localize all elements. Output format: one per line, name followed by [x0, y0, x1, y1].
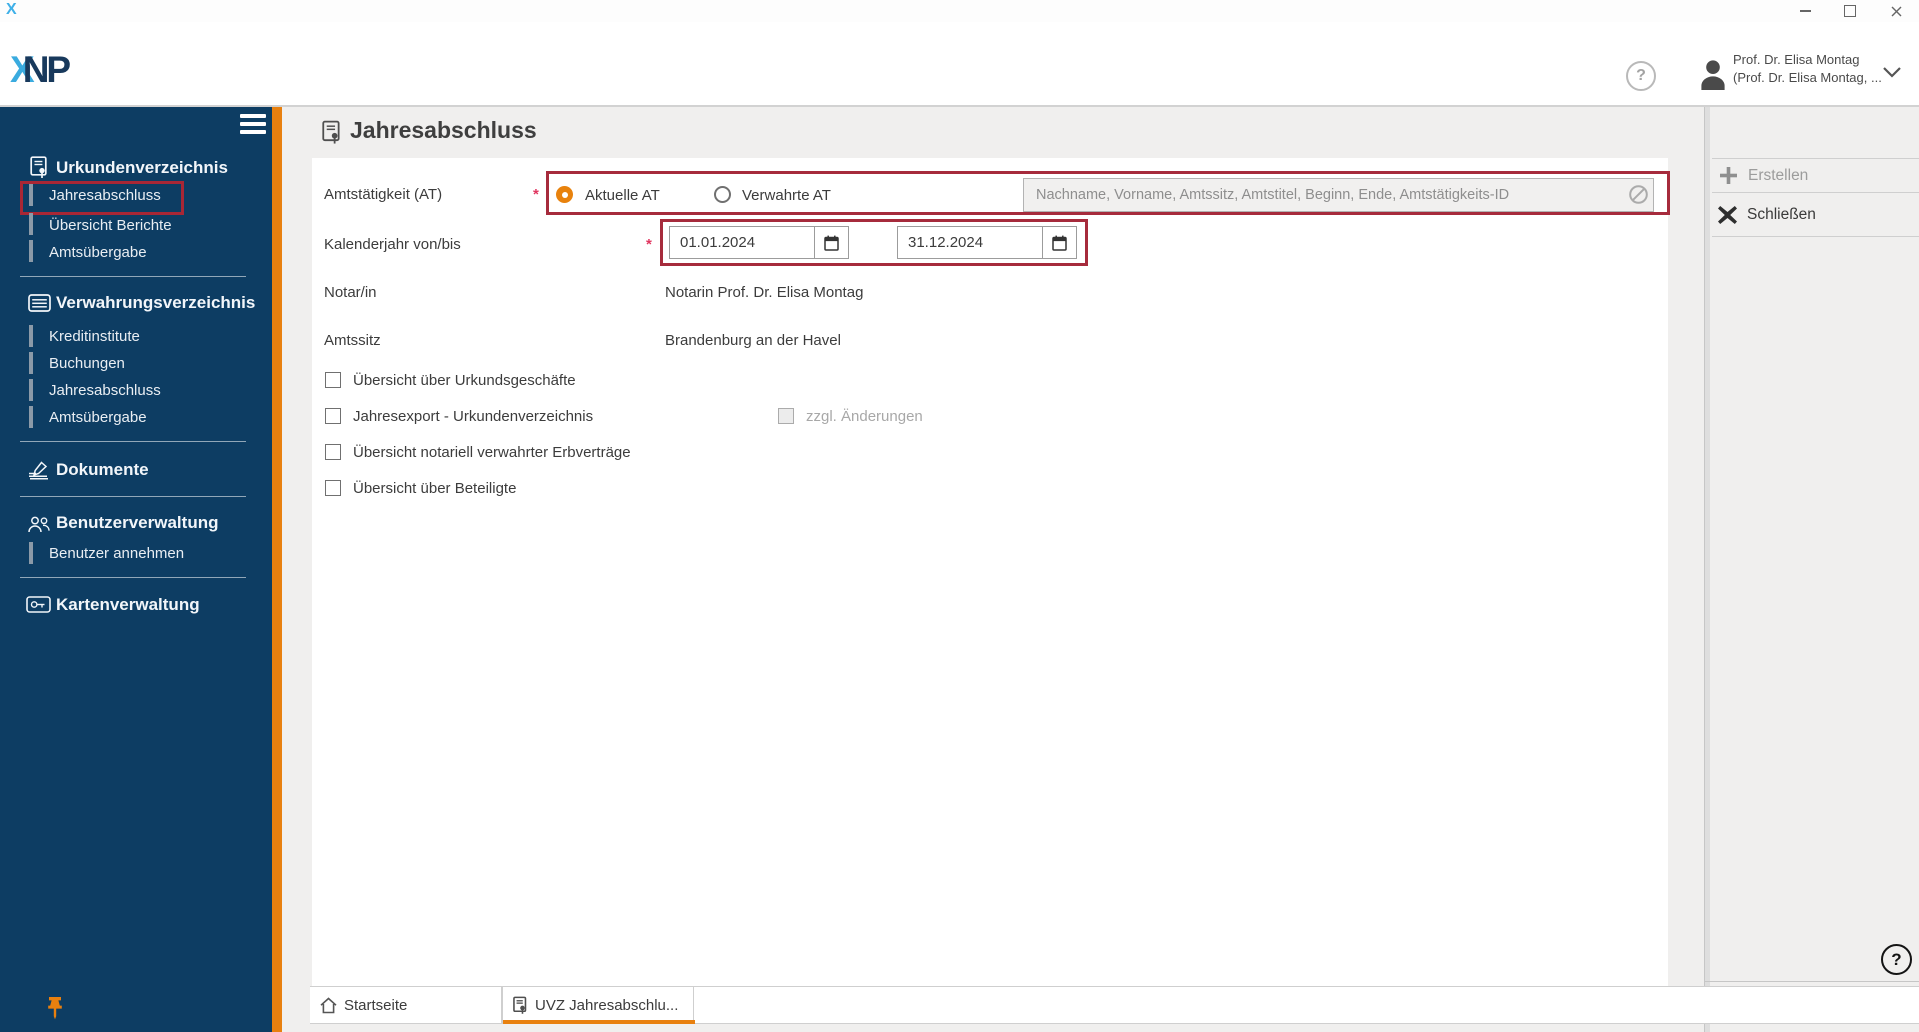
radio-label-verwahrte-at[interactable]: Verwahrte AT: [742, 187, 831, 204]
checkbox-label[interactable]: Jahresexport - Urkundenverzeichnis: [353, 408, 593, 425]
pin-icon[interactable]: [44, 996, 66, 1020]
page-title: Jahresabschluss: [350, 117, 537, 143]
home-icon: [320, 997, 337, 1014]
date-from-input[interactable]: [670, 227, 814, 258]
certificate-icon: [513, 996, 528, 1015]
menu-bar: Einstellungen Hilfe: [0, 22, 1919, 64]
calendar-icon: [1052, 235, 1067, 251]
user-detail[interactable]: (Prof. Dr. Elisa Montag, ...: [1733, 70, 1882, 85]
close-icon: [1891, 6, 1901, 16]
plus-icon: [1720, 167, 1737, 184]
required-marker: *: [533, 186, 539, 203]
date-to-input[interactable]: [898, 227, 1042, 258]
sidebar-item-kreditinstitute[interactable]: Kreditinstitute: [49, 328, 140, 345]
date-to-calendar-button[interactable]: [1042, 227, 1076, 258]
erstellen-button[interactable]: Erstellen: [1712, 159, 1919, 192]
sidebar-section-urkundenverzeichnis[interactable]: Urkundenverzeichnis: [56, 158, 228, 178]
minimize-button[interactable]: [1788, 0, 1822, 22]
checkbox-zzgl-aenderungen[interactable]: [778, 408, 794, 424]
minimize-icon: [1799, 10, 1811, 12]
date-to-field: [897, 226, 1077, 259]
form-panel: [312, 158, 1668, 986]
sidebar-section-kartenverwaltung[interactable]: Kartenverwaltung: [56, 595, 200, 615]
user-icon[interactable]: [1697, 58, 1729, 92]
checkbox-uebersicht-beteiligte[interactable]: [325, 480, 341, 496]
sidebar-section-benutzerverwaltung[interactable]: Benutzerverwaltung: [56, 513, 218, 533]
active-tab-indicator: [503, 1020, 695, 1024]
window-titlebar: X: [0, 0, 1919, 22]
application-window: X Einstellungen Hilfe XNP ? Prof. Dr: [0, 0, 1919, 1032]
required-marker: *: [646, 236, 652, 253]
footer-divider: [1705, 981, 1919, 982]
field-label-amtssitz: Amtssitz: [324, 332, 381, 349]
vault-icon: [28, 294, 51, 312]
app-header: XNP ? Prof. Dr. Elisa Montag (Prof. Dr. …: [0, 47, 1919, 107]
x-mark-icon: [1718, 205, 1737, 224]
field-value-amtssitz: Brandenburg an der Havel: [665, 332, 841, 349]
maximize-icon: [1844, 5, 1856, 17]
accent-stripe: [272, 107, 282, 1032]
maximize-button[interactable]: [1833, 0, 1867, 22]
scrollbar-track[interactable]: [1705, 107, 1710, 1032]
close-button[interactable]: [1879, 0, 1913, 22]
checkbox-jahresexport[interactable]: [325, 408, 341, 424]
sidebar-navigation: Urkundenverzeichnis Jahresabschluss Über…: [0, 107, 272, 1032]
sidebar-item-uebersicht-berichte[interactable]: Übersicht Berichte: [49, 217, 172, 234]
users-icon: [27, 516, 51, 533]
action-separator: [1712, 236, 1919, 237]
field-label-kalenderjahr: Kalenderjahr von/bis: [324, 236, 461, 253]
sidebar-item-jahresabschluss-vvz[interactable]: Jahresabschluss: [49, 382, 161, 399]
checkbox-label-zzgl: zzgl. Änderungen: [806, 408, 923, 425]
sidebar-item-amtsuebergabe-uvz[interactable]: Amtsübergabe: [49, 244, 147, 261]
date-from-calendar-button[interactable]: [814, 227, 848, 258]
window-app-icon: X: [6, 1, 17, 18]
checkbox-label[interactable]: Übersicht notariell verwahrter Erbverträ…: [353, 444, 631, 461]
sidebar-item-buchungen[interactable]: Buchungen: [49, 355, 125, 372]
help-icon[interactable]: ?: [1626, 61, 1656, 91]
checkbox-uebersicht-erbvertraege[interactable]: [325, 444, 341, 460]
chevron-down-icon[interactable]: [1882, 66, 1902, 78]
hamburger-menu-icon[interactable]: [240, 113, 268, 135]
radio-verwahrte-at[interactable]: [714, 186, 731, 203]
xnp-logo: XNP: [10, 49, 71, 90]
sidebar-item-benutzer-annehmen[interactable]: Benutzer annehmen: [49, 545, 184, 562]
tab-startseite[interactable]: Startseite: [310, 986, 502, 1024]
sidebar-divider: [20, 577, 246, 578]
field-label-notar: Notar/in: [324, 284, 377, 301]
radio-label-aktuelle-at[interactable]: Aktuelle AT: [585, 187, 660, 204]
sidebar-item-jahresabschluss-uvz[interactable]: Jahresabschluss: [49, 187, 161, 204]
schliessen-button[interactable]: Schließen: [1712, 193, 1919, 236]
checkbox-label[interactable]: Übersicht über Urkundsgeschäfte: [353, 372, 576, 389]
certificate-icon: [30, 156, 49, 179]
user-name[interactable]: Prof. Dr. Elisa Montag: [1733, 52, 1859, 67]
sidebar-divider: [20, 276, 246, 277]
checkbox-uebersicht-urkundsgeschaefte[interactable]: [325, 372, 341, 388]
calendar-icon: [824, 235, 839, 251]
sidebar-divider: [20, 441, 246, 442]
field-value-notar: Notarin Prof. Dr. Elisa Montag: [665, 284, 864, 301]
card-icon: [26, 596, 51, 613]
documents-icon: [27, 461, 51, 480]
context-help-icon[interactable]: ?: [1881, 944, 1912, 975]
sidebar-item-amtsuebergabe-vvz[interactable]: Amtsübergabe: [49, 409, 147, 426]
blocked-icon: [1629, 185, 1648, 204]
page-title-icon certificate-icon: [322, 120, 342, 145]
at-search-input[interactable]: [1023, 178, 1654, 212]
sidebar-section-verwahrungsverzeichnis[interactable]: Verwahrungsverzeichnis: [56, 293, 255, 313]
sidebar-divider: [20, 496, 246, 497]
checkbox-label[interactable]: Übersicht über Beteiligte: [353, 480, 516, 497]
date-from-field: [669, 226, 849, 259]
sidebar-section-dokumente[interactable]: Dokumente: [56, 460, 149, 480]
field-label-amtstaetigkeit: Amtstätigkeit (AT): [324, 186, 443, 203]
radio-aktuelle-at[interactable]: [556, 186, 573, 203]
tab-uvz-jahresabschluss[interactable]: UVZ Jahresabschlu...: [502, 986, 695, 1024]
